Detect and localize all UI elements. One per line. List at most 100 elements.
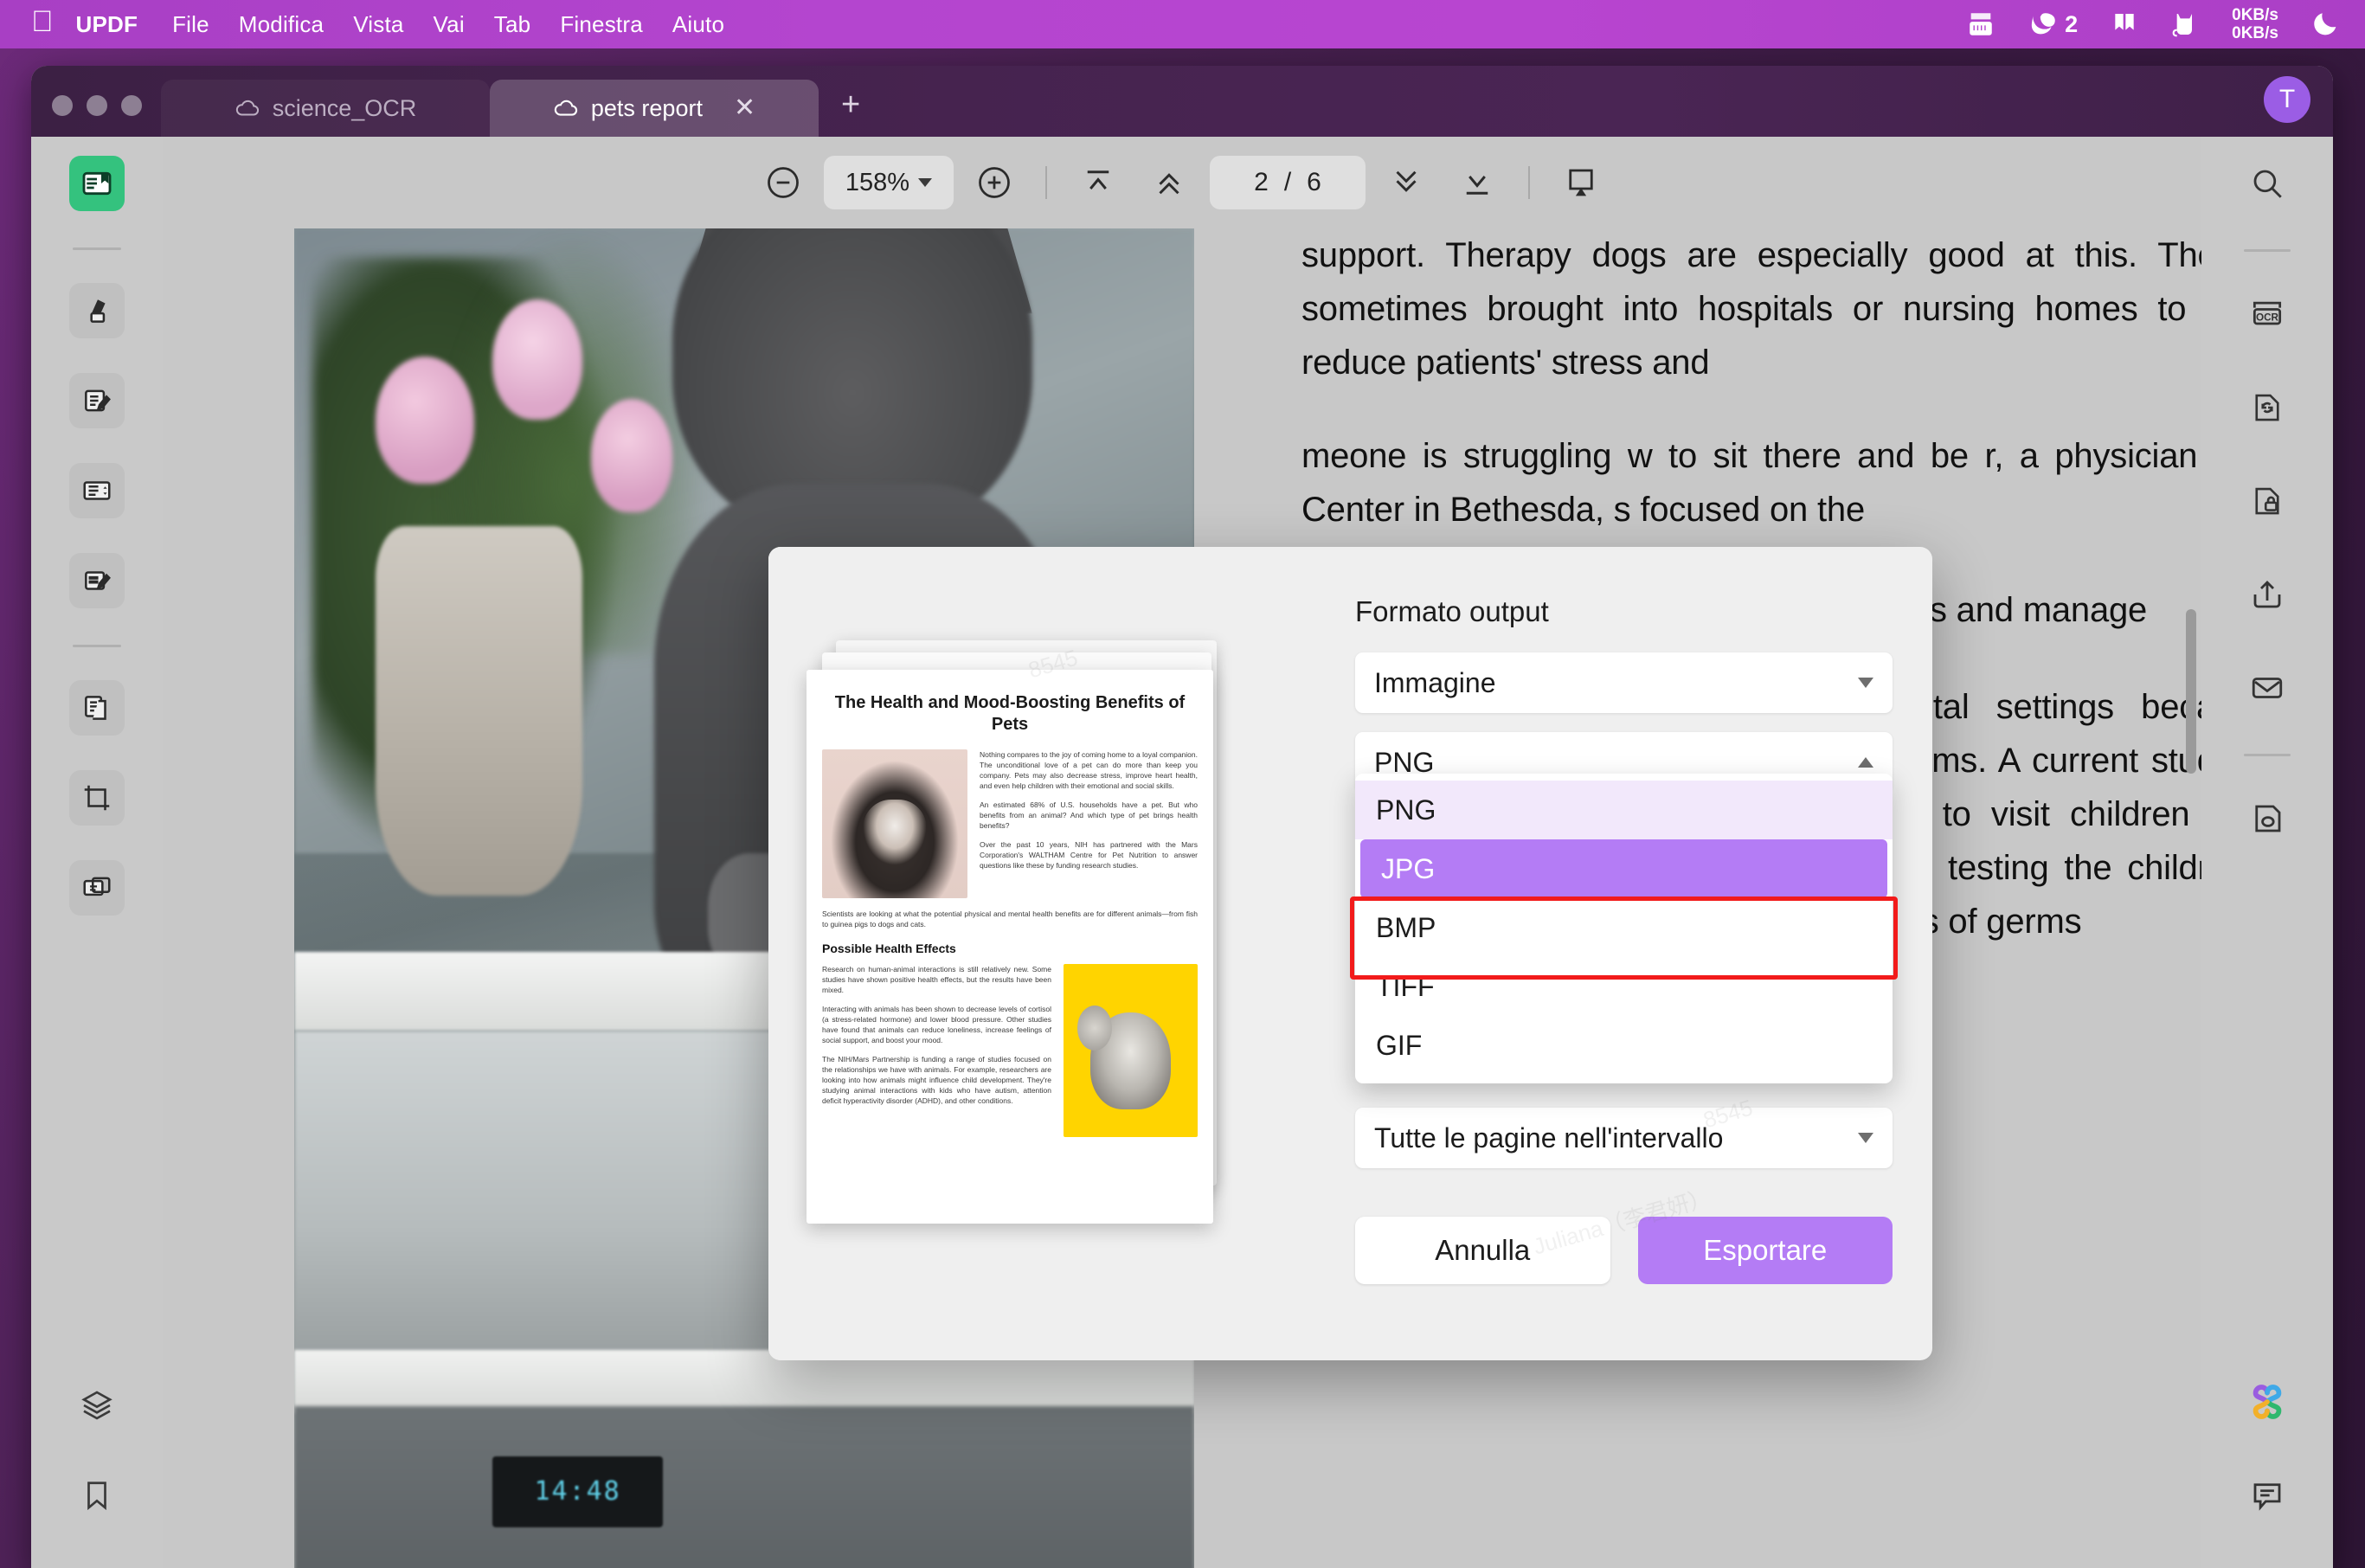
menu-item-vista[interactable]: Vista — [353, 11, 403, 38]
sidebar-item-crop[interactable] — [69, 770, 125, 826]
preview-paragraph: Nothing compares to the joy of coming ho… — [980, 750, 1198, 790]
first-page-icon[interactable] — [1071, 156, 1125, 209]
sidebar-item-bookmarks[interactable] — [69, 1468, 125, 1523]
share-upload-icon[interactable] — [2240, 567, 2295, 622]
comment-bubble-icon[interactable] — [2240, 1468, 2295, 1523]
right-toolbar-rail: OCR — [2201, 137, 2333, 1568]
preview-dog-photo-2 — [1064, 964, 1198, 1137]
menu-item-modifica[interactable]: Modifica — [239, 11, 324, 38]
page-range-value: Tutte le pagine nell'intervallo — [1374, 1121, 1724, 1154]
preview-row: Research on human-animal interactions is… — [822, 964, 1198, 1137]
chevron-down-icon — [1858, 678, 1873, 688]
output-format-value: Immagine — [1374, 666, 1496, 698]
toolbar-divider — [1045, 166, 1047, 199]
menu-app-name[interactable]: UPDF — [76, 11, 138, 38]
last-page-icon[interactable] — [1450, 156, 1504, 209]
avatar-initial: T — [2278, 85, 2296, 113]
total-pages-value: 6 — [1307, 168, 1321, 196]
page-number-input[interactable]: 2 / 6 — [1210, 156, 1366, 209]
app-body: 158% 2 / 6 14:48 support. Therapy dogs a… — [31, 137, 2333, 1568]
current-page-value: 2 — [1254, 168, 1269, 196]
output-format-select[interactable]: Immagine — [1355, 652, 1893, 713]
convert-document-icon[interactable] — [2240, 380, 2295, 435]
cancel-button[interactable]: Annulla — [1355, 1217, 1610, 1284]
menu-item-finestra[interactable]: Finestra — [560, 11, 643, 38]
sidebar-item-page-layout[interactable] — [69, 463, 125, 518]
rail-divider — [2244, 754, 2291, 756]
dialog-form-pane: Formato output Immagine PNG PNG JPG BMP … — [1315, 547, 1932, 1360]
format-output-label: Formato output — [1355, 595, 1549, 627]
dropdown-option-png[interactable]: PNG — [1355, 781, 1893, 839]
apple-logo-icon[interactable]:  — [31, 7, 54, 36]
close-icon[interactable]: ✕ — [734, 95, 755, 121]
preview-row: Nothing compares to the joy of coming ho… — [822, 749, 1198, 898]
search-icon[interactable] — [2240, 156, 2295, 211]
sidebar-item-organize-pages[interactable] — [69, 680, 125, 736]
menu-status-area: 2 0KB/s 0KB/s — [1966, 6, 2341, 42]
updf-app-window: science_OCR pets report ✕ + T 158% 2 / 6… — [31, 66, 2333, 1568]
window-traffic-lights — [31, 95, 161, 137]
save-disk-icon[interactable] — [2240, 791, 2295, 846]
zoom-in-icon[interactable] — [967, 156, 1021, 209]
sidebar-item-layers[interactable] — [69, 1378, 125, 1433]
preview-text-col: Research on human-animal interactions is… — [822, 964, 1051, 1137]
close-window-button[interactable] — [52, 95, 73, 116]
tab-pets-report[interactable]: pets report ✕ — [490, 80, 819, 137]
sidebar-item-edit-text[interactable] — [69, 373, 125, 428]
bookmark-split-icon[interactable] — [2111, 10, 2138, 39]
dropdown-option-jpg[interactable]: JPG — [1360, 839, 1887, 898]
zoom-out-icon[interactable] — [756, 156, 810, 209]
maximize-window-button[interactable] — [121, 95, 142, 116]
dropdown-option-bmp[interactable]: BMP — [1355, 898, 1893, 957]
dropdown-option-gif[interactable]: GIF — [1355, 1016, 1893, 1075]
toolbar-divider — [1528, 166, 1530, 199]
chevron-down-icon — [1858, 1133, 1873, 1143]
tab-bar: science_OCR pets report ✕ + T — [31, 66, 2333, 137]
dialog-actions: Annulla Esportare — [1355, 1217, 1893, 1284]
left-toolbar-rail — [31, 137, 163, 1568]
leaf-icon[interactable]: 2 — [2028, 10, 2078, 39]
network-speed-indicator: 0KB/s 0KB/s — [2232, 6, 2278, 42]
image-format-dropdown-list[interactable]: PNG JPG BMP TIFF GIF — [1350, 774, 1898, 1083]
menu-item-aiuto[interactable]: Aiuto — [672, 11, 724, 38]
sidebar-item-reader[interactable] — [69, 156, 125, 211]
tab-label: science_OCR — [272, 94, 417, 121]
plus-icon[interactable]: + — [819, 88, 883, 137]
preview-paragraph: Interacting with animals has been shown … — [822, 1005, 1051, 1044]
sidebar-item-annotate[interactable] — [69, 553, 125, 608]
document-toolbar: 158% 2 / 6 — [163, 137, 2201, 228]
rail-divider — [73, 247, 121, 250]
dropdown-option-tiff[interactable]: TIFF — [1355, 957, 1893, 1016]
avatar[interactable]: T — [2264, 76, 2310, 123]
preview-paragraph: The NIH/Mars Partnership is funding a ra… — [822, 1055, 1051, 1105]
export-dialog: The Health and Mood-Boosting Benefits of… — [768, 547, 1932, 1360]
sidebar-item-highlight[interactable] — [69, 283, 125, 338]
cat-icon[interactable] — [2171, 10, 2199, 39]
cloud-icon — [553, 98, 579, 119]
menu-item-tab[interactable]: Tab — [494, 11, 531, 38]
menu-item-file[interactable]: File — [172, 11, 209, 38]
next-page-icon[interactable] — [1379, 156, 1433, 209]
sidebar-item-compare[interactable] — [69, 860, 125, 916]
previous-page-icon[interactable] — [1142, 156, 1196, 209]
lock-document-icon[interactable] — [2240, 473, 2295, 529]
chevron-down-icon — [918, 178, 933, 187]
presentation-icon[interactable] — [1554, 156, 1608, 209]
cloud-icon — [235, 98, 260, 119]
export-button[interactable]: Esportare — [1637, 1217, 1893, 1284]
page-range-select[interactable]: Tutte le pagine nell'intervallo — [1355, 1108, 1893, 1168]
minimize-window-button[interactable] — [87, 95, 107, 116]
moon-icon[interactable] — [2311, 10, 2341, 39]
document-paragraph: support. Therapy dogs are especially goo… — [1301, 236, 2201, 382]
ai-clover-icon[interactable] — [2240, 1374, 2295, 1430]
desktop:  UPDF File Modifica Vista Vai Tab Fines… — [0, 0, 2365, 1568]
tab-science-ocr[interactable]: science_OCR — [161, 80, 490, 137]
menu-item-vai[interactable]: Vai — [434, 11, 465, 38]
preview-paragraph: Research on human-animal interactions is… — [822, 965, 1051, 994]
scanner-icon[interactable] — [1966, 10, 1995, 39]
ocr-icon[interactable]: OCR — [2240, 286, 2295, 342]
zoom-level-dropdown[interactable]: 158% — [824, 156, 954, 209]
envelope-icon[interactable] — [2240, 660, 2295, 716]
vertical-scrollbar-thumb[interactable] — [2186, 609, 2196, 774]
svg-text:OCR: OCR — [2256, 312, 2279, 323]
